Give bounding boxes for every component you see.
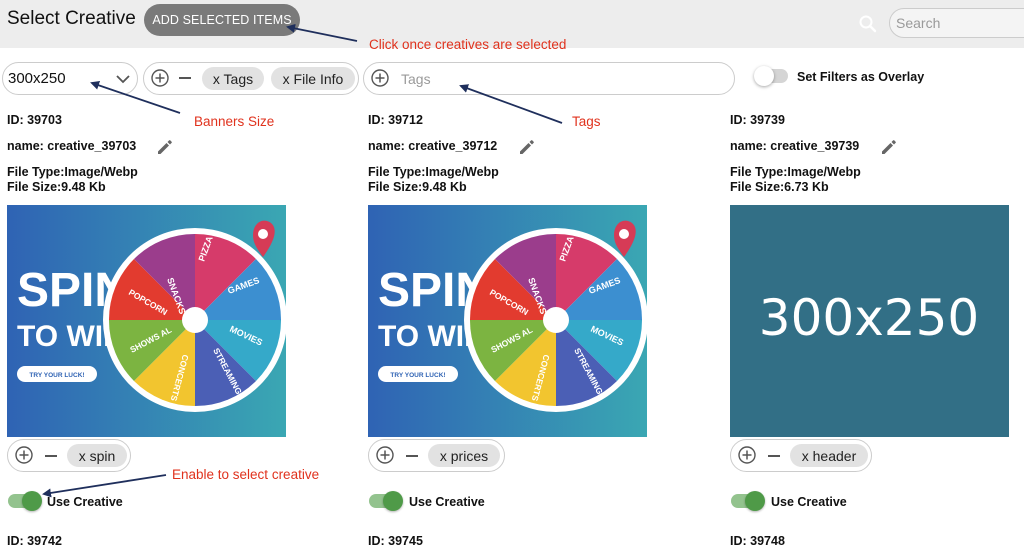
edit-icon[interactable] [156,138,174,156]
creative-file-size: File Size:9.48 Kb [368,180,467,194]
creative-id: ID: 39739 [730,113,785,127]
creative-id: ID: 39712 [368,113,423,127]
add-tag-icon[interactable] [371,69,389,87]
svg-text:300x250: 300x250 [759,289,979,347]
creative-id: ID: 39748 [730,534,785,548]
use-creative-toggle[interactable] [8,491,42,511]
remove-filter-icon[interactable] [179,77,191,79]
add-selected-items-button[interactable]: ADD SELECTED ITEMS [144,4,300,36]
spin-to-win-banner: SPIN TO WIN TRY YOUR LUCK! SNACKS PIZZA … [368,205,647,437]
creative-file-type: File Type:Image/Webp [7,165,138,179]
placeholder-banner: 300x250 [730,205,1009,437]
annotation-tags: Tags [572,114,601,129]
chevron-down-icon [116,75,130,84]
creative-file-size: File Size:9.48 Kb [7,180,106,194]
arrow-to-use-toggle [42,474,167,498]
creative-tag-chip[interactable]: x header [790,444,868,467]
creative-id: ID: 39745 [368,534,423,548]
toggle-knob [745,491,765,511]
creative-tag-group: x prices [368,439,505,472]
remove-tag-icon[interactable] [768,455,780,457]
page-title: Select Creative [7,8,136,29]
filter-chip-tags[interactable]: x Tags [202,67,264,90]
use-creative-toggle[interactable] [369,491,403,511]
add-tag-icon[interactable] [738,446,756,464]
annotation-add-button: Click once creatives are selected [369,37,567,52]
use-creative-toggle[interactable] [731,491,765,511]
creative-tag-chip[interactable]: x spin [67,444,127,467]
creative-name: name: creative_39703 [7,139,137,153]
tags-input[interactable]: Tags [363,62,735,95]
toggle-knob [383,491,403,511]
creative-tag-group: x header [730,439,872,472]
svg-text:TRY YOUR LUCK!: TRY YOUR LUCK! [390,372,445,379]
annotation-enable: Enable to select creative [172,467,320,482]
filter-chip-group: x Tags x File Info [143,62,359,95]
filter-chip-file-info[interactable]: x File Info [271,67,355,90]
add-tag-icon[interactable] [376,446,394,464]
use-creative-label: Use Creative [771,495,847,509]
creative-thumbnail[interactable]: 300x250 [730,205,1009,437]
toggle-knob [754,66,774,86]
set-filters-overlay-toggle[interactable] [754,66,788,86]
banner-size-select[interactable]: 300x250 [2,62,138,95]
svg-text:TRY YOUR LUCK!: TRY YOUR LUCK! [29,372,84,379]
toggle-knob [22,491,42,511]
tags-placeholder: Tags [401,71,431,87]
creative-file-type: File Type:Image/Webp [730,165,861,179]
spin-to-win-banner: SPIN TO WIN TRY YOUR LUCK! SNACKS PIZZA … [7,205,286,437]
annotation-banner-size: Banners Size [194,114,275,129]
search-input[interactable] [889,8,1024,38]
creative-thumbnail[interactable]: SPIN TO WIN TRY YOUR LUCK! SNACKS PIZZA … [368,205,647,437]
creative-id: ID: 39703 [7,113,62,127]
use-creative-label: Use Creative [409,495,485,509]
add-tag-icon[interactable] [15,446,33,464]
banner-size-value: 300x250 [8,70,66,87]
edit-icon[interactable] [880,138,898,156]
creative-name: name: creative_39739 [730,139,860,153]
creative-file-size: File Size:6.73 Kb [730,180,829,194]
remove-tag-icon[interactable] [406,455,418,457]
creative-thumbnail[interactable]: SPIN TO WIN TRY YOUR LUCK! SNACKS PIZZA … [7,205,286,437]
add-filter-icon[interactable] [151,69,169,87]
edit-icon[interactable] [518,138,536,156]
creative-tag-group: x spin [7,439,131,472]
creative-name: name: creative_39712 [368,139,498,153]
creative-file-type: File Type:Image/Webp [368,165,499,179]
remove-tag-icon[interactable] [45,455,57,457]
creative-tag-chip[interactable]: x prices [428,444,500,467]
set-filters-overlay-label: Set Filters as Overlay [797,70,925,84]
creative-id: ID: 39742 [7,534,62,548]
use-creative-label: Use Creative [47,495,123,509]
search-icon[interactable] [858,14,878,34]
